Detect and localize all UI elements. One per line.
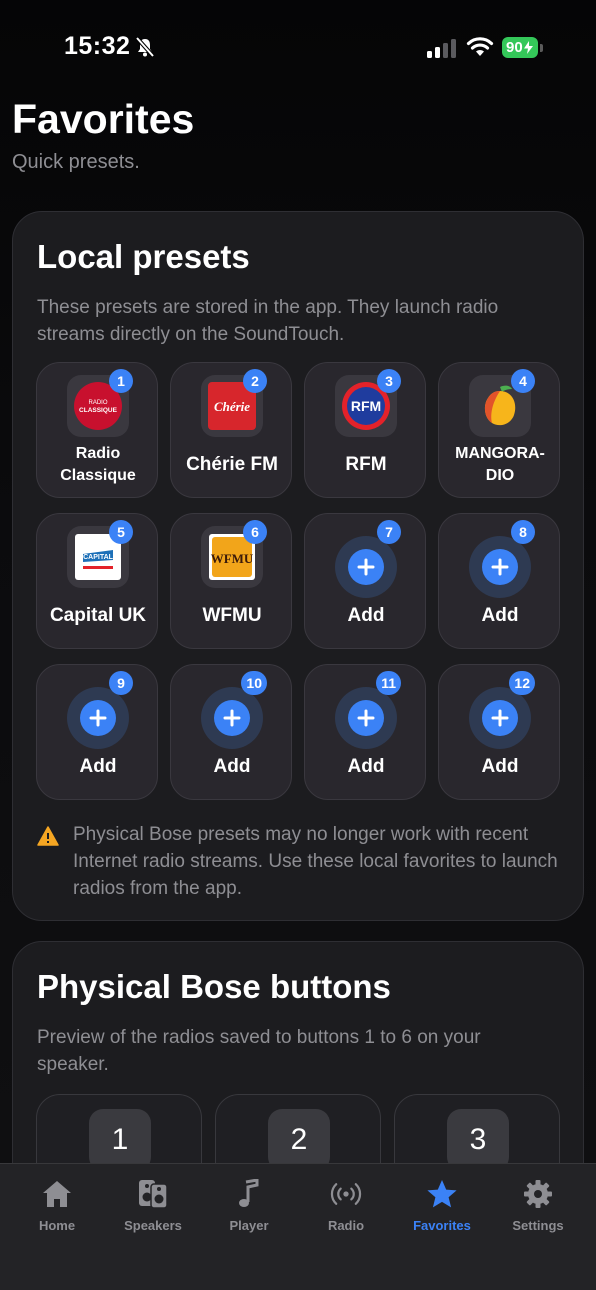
preset-label: RFM (345, 454, 387, 475)
preset-badge: 9 (109, 671, 133, 695)
favorites-screen: 15:32 90 Favorites Quick presets. Local … (0, 0, 596, 1290)
broadcast-icon (330, 1178, 362, 1210)
add-preset-circle (469, 536, 531, 598)
preset-badge: 12 (509, 671, 535, 695)
preset-tile-11[interactable]: 11 Add (304, 664, 426, 800)
status-bar: 15:32 90 (0, 0, 596, 96)
preset-tile-1[interactable]: RADIO CLASSIQUE 1 Radio Classique (36, 362, 158, 498)
preset-badge: 11 (376, 671, 401, 695)
battery-tip (540, 44, 543, 52)
warning-icon (37, 826, 59, 846)
bell-slash-icon (135, 36, 155, 58)
add-preset-circle (201, 687, 263, 749)
plus-icon (482, 549, 518, 585)
tab-label: Speakers (124, 1218, 182, 1233)
plus-icon (80, 700, 116, 736)
preset-label: MANGORA-DIO (455, 445, 545, 484)
preset-tile-10[interactable]: 10 Add (170, 664, 292, 800)
preset-tile-8[interactable]: 8 Add (438, 513, 560, 649)
gear-icon (522, 1178, 554, 1210)
preset-tile-4[interactable]: 4 MANGORA-DIO (438, 362, 560, 498)
tab-radio[interactable]: Radio (298, 1164, 394, 1244)
plus-icon (348, 549, 384, 585)
tab-speakers[interactable]: Speakers (105, 1164, 201, 1244)
preset-label: Capital UK (49, 605, 147, 626)
preset-tile-7[interactable]: 7 Add (304, 513, 426, 649)
preset-badge: 10 (241, 671, 267, 695)
preset-label: Add (213, 756, 251, 777)
charging-bolt-icon (523, 41, 533, 54)
preset-label: Add (79, 756, 117, 777)
preset-tile-6[interactable]: WFMU 6 WFMU (170, 513, 292, 649)
physical-buttons-title: Physical Bose buttons (37, 968, 391, 1005)
preset-label: Add (347, 756, 385, 777)
svg-text:WFMU: WFMU (211, 551, 254, 566)
battery-level: 90 (506, 39, 523, 56)
svg-text:Chérie: Chérie (214, 399, 250, 414)
music-note-icon (233, 1178, 265, 1210)
tab-label: Settings (512, 1218, 564, 1233)
preset-badge: 1 (109, 369, 133, 393)
house-icon (41, 1178, 73, 1210)
local-presets-card: Local presets These presets are stored i… (12, 211, 584, 921)
tab-label: Home (38, 1218, 76, 1233)
svg-text:RFM: RFM (351, 398, 381, 414)
preset-badge: 4 (511, 369, 535, 393)
preset-warning-text: Physical Bose presets may no longer work… (73, 824, 558, 899)
preset-badge: 7 (377, 520, 401, 544)
preset-label: WFMU (202, 605, 262, 626)
status-time: 15:32 (64, 32, 131, 60)
tab-favorites[interactable]: Favorites (394, 1164, 490, 1244)
physical-button-number: 1 (89, 1109, 151, 1171)
plus-icon (214, 700, 250, 736)
page-title: Favorites (12, 96, 195, 142)
add-preset-circle (67, 687, 129, 749)
add-preset-circle (335, 536, 397, 598)
signal-icon (427, 39, 456, 58)
physical-button-number: 2 (268, 1109, 330, 1171)
star-icon (426, 1178, 458, 1210)
speakers-icon (137, 1178, 169, 1210)
preset-badge: 6 (243, 520, 267, 544)
tab-bar: Home Speakers Player Radio Favorites Set… (0, 1163, 596, 1290)
plus-icon (348, 700, 384, 736)
svg-text:CAPITAL: CAPITAL (83, 554, 114, 561)
tab-label: Favorites (413, 1218, 471, 1233)
plus-icon (482, 700, 518, 736)
page-subtitle: Quick presets. (12, 151, 140, 173)
preset-tile-3[interactable]: RFM 3 RFM (304, 362, 426, 498)
preset-label: Radio Classique (60, 445, 136, 484)
preset-badge: 8 (511, 520, 535, 544)
wifi-icon (466, 37, 494, 56)
svg-text:RADIO: RADIO (88, 400, 107, 406)
preset-badge: 5 (109, 520, 133, 544)
preset-tile-2[interactable]: Chérie 2 Chérie FM (170, 362, 292, 498)
preset-label: Add (481, 756, 519, 777)
preset-badge: 2 (243, 369, 267, 393)
preset-tile-12[interactable]: 12 Add (438, 664, 560, 800)
tab-home[interactable]: Home (9, 1164, 105, 1244)
local-presets-description: These presets are stored in the app. The… (37, 297, 499, 345)
svg-text:CLASSIQUE: CLASSIQUE (79, 407, 118, 414)
physical-button-number: 3 (447, 1109, 509, 1171)
preset-label: Add (481, 605, 519, 626)
preset-tile-5[interactable]: CAPITAL 5 Capital UK (36, 513, 158, 649)
add-preset-circle (335, 687, 397, 749)
preset-tile-9[interactable]: 9 Add (36, 664, 158, 800)
tab-player[interactable]: Player (201, 1164, 297, 1244)
local-presets-title: Local presets (37, 238, 250, 275)
tab-settings[interactable]: Settings (490, 1164, 586, 1244)
tab-label: Player (229, 1218, 269, 1233)
add-preset-circle (469, 687, 531, 749)
preset-label: Add (347, 605, 385, 626)
preset-badge: 3 (377, 369, 401, 393)
battery-indicator: 90 (502, 37, 538, 58)
tab-label: Radio (327, 1218, 365, 1233)
physical-buttons-description: Preview of the radios saved to buttons 1… (37, 1027, 481, 1075)
preset-label: Chérie FM (186, 454, 278, 475)
